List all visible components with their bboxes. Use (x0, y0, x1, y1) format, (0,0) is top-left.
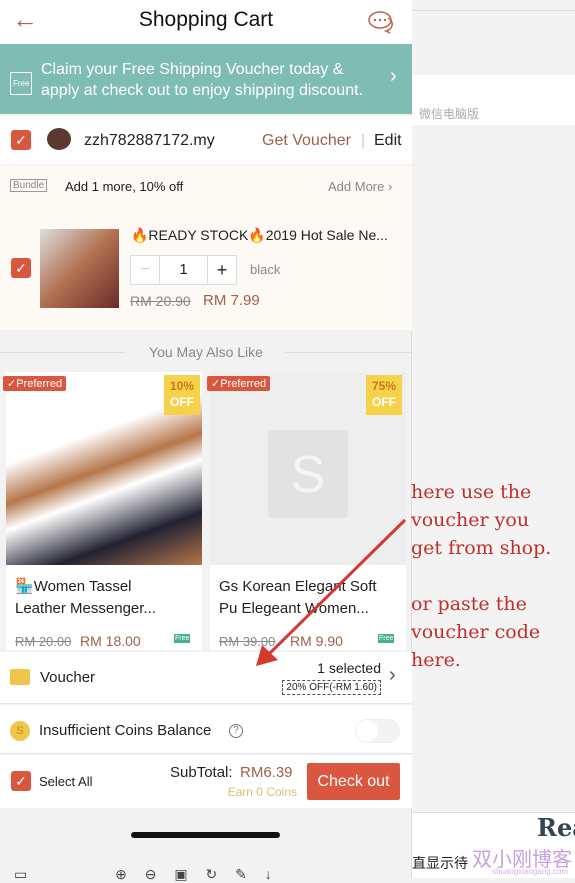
help-icon[interactable]: ? (229, 724, 243, 738)
wechat-label: 微信电脑版 (419, 107, 480, 121)
item-checkbox[interactable]: ✓ (11, 258, 31, 278)
product-price: RM 18.00 (80, 633, 141, 649)
watermark-url: shuangxiaogang.com (492, 867, 569, 876)
phone-screen: ← Shopping Cart Free Claim your Free Shi… (0, 0, 412, 882)
coins-row: S Insufficient Coins Balance ? (0, 705, 412, 754)
free-shipping-icon: Free (174, 634, 191, 643)
wechat-row: 微信电脑版 (412, 75, 575, 125)
item-variation[interactable]: black (250, 262, 280, 277)
shop-name[interactable]: zzh782887172.my (84, 132, 215, 150)
window-icon[interactable]: ▭ (14, 866, 27, 882)
voucher-label: Voucher (40, 669, 96, 686)
subtotal-value: RM6.39 (240, 764, 293, 781)
annotation-line: here. (411, 649, 461, 671)
free-shipping-truck-icon: Free (10, 72, 33, 95)
free-shipping-icon: Free (378, 634, 395, 643)
bundle-tag: Bundle (10, 179, 48, 192)
banner-line2: apply at check out to enjoy shipping dis… (41, 82, 363, 99)
shopee-bag-icon: S (268, 430, 348, 518)
banner-line1: Claim your Free Shipping Voucher today & (41, 61, 344, 78)
earn-coins: Earn 0 Coins (227, 785, 297, 799)
zoom-in-icon[interactable]: ⊕ (115, 866, 127, 882)
annotation-line: or paste the (411, 593, 527, 615)
viewer-toolbar: ▭ ⊕ ⊖ ▣ ↻ ✎ ↓ (14, 866, 272, 883)
item-title[interactable]: 🔥READY STOCK🔥2019 Hot Sale Ne... (131, 227, 388, 244)
voucher-applied-tag: 20% OFF(-RM 1.60) (282, 680, 381, 695)
bg-bottom: 直显示待 Rea 双小刚博客 shuangxiaogang.com (412, 812, 575, 878)
select-all-checkbox[interactable]: ✓ (11, 771, 31, 791)
annotation-line: voucher you (411, 509, 530, 531)
bundle-text: Add 1 more, 10% off (65, 179, 184, 194)
preferred-badge: ✓Preferred (207, 376, 271, 391)
add-more-label: Add More (328, 179, 385, 194)
select-all-label[interactable]: Select All (39, 774, 92, 789)
product-old-price: RM 20.00 (15, 634, 72, 649)
bg-text: 直显示待 (412, 855, 468, 871)
checkout-button[interactable]: Check out (307, 763, 400, 800)
header: ← Shopping Cart (0, 0, 412, 44)
coin-icon: S (10, 721, 30, 741)
annotation: here use the voucher you get from shop. … (411, 478, 575, 674)
subtotal-label: SubTotal: (170, 764, 233, 781)
get-voucher-link[interactable]: Get Voucher (262, 132, 351, 150)
shop-avatar (47, 128, 71, 150)
product-name: Gs Korean Elegant Soft Pu Elegeant Women… (219, 578, 377, 617)
voucher-icon (10, 669, 30, 685)
quantity-stepper: − 1 + (130, 255, 237, 285)
item-price: RM 7.99 (203, 292, 260, 309)
edit-button[interactable]: Edit (374, 132, 402, 150)
annotation-line: get from shop. (411, 537, 552, 559)
checkout-bar: ✓ Select All SubTotal: RM6.39 Earn 0 Coi… (0, 755, 412, 808)
product-old-price: RM 39.00 (219, 634, 276, 649)
product-name: 🏪Women Tassel Leather Messenger... (15, 578, 156, 617)
quantity-input[interactable]: 1 (160, 256, 207, 284)
bundle-section: Bundle Add 1 more, 10% off Add More › ✓ … (0, 165, 412, 330)
annotation-line: here use the (411, 481, 532, 503)
bg-right-text: Rea (537, 813, 575, 842)
add-more-link[interactable]: Add More › (328, 179, 392, 194)
rotate-icon[interactable]: ↻ (206, 866, 218, 882)
product-card[interactable]: ✓Preferred 10% OFF 🏪Women Tassel Leather … (3, 372, 202, 650)
divider: | (361, 132, 366, 149)
chat-icon[interactable] (368, 10, 396, 34)
product-card[interactable]: S ✓Preferred 75% OFF Gs Korean Elegant So… (207, 372, 406, 650)
download-icon[interactable]: ↓ (265, 866, 272, 882)
discount-badge: 10% OFF (164, 375, 200, 415)
annotation-line: voucher code (411, 621, 541, 643)
chevron-right-icon: › (390, 65, 397, 87)
free-shipping-banner[interactable]: Free Claim your Free Shipping Voucher to… (0, 44, 412, 114)
zoom-out-icon[interactable]: ⊖ (145, 866, 157, 882)
discount-badge: 75% OFF (366, 375, 402, 415)
pencil-icon[interactable]: ✎ (235, 866, 247, 882)
item-image[interactable] (40, 229, 119, 308)
product-price: RM 9.90 (290, 633, 343, 649)
coins-label: Insufficient Coins Balance (39, 722, 212, 739)
decrease-button[interactable]: − (131, 256, 160, 284)
recommend-header: You May Also Like (0, 330, 412, 372)
page-title: Shopping Cart (138, 8, 274, 31)
home-indicator[interactable] (131, 832, 280, 838)
voucher-selected: 1 selected (317, 660, 381, 676)
recommend-heading: You May Also Like (149, 344, 263, 360)
shop-checkbox[interactable]: ✓ (11, 130, 31, 150)
actual-size-icon[interactable]: ▣ (174, 866, 187, 882)
increase-button[interactable]: + (207, 256, 236, 284)
preferred-badge: ✓Preferred (3, 376, 67, 391)
item-old-price: RM 20.90 (130, 293, 191, 309)
chevron-right-icon: › (389, 664, 396, 686)
divider (412, 10, 575, 11)
coins-toggle[interactable] (355, 719, 400, 743)
shop-row: ✓ zzh782887172.my Get Voucher | Edit (0, 116, 412, 164)
voucher-row[interactable]: Voucher 1 selected 20% OFF(-RM 1.60) › (0, 652, 412, 704)
